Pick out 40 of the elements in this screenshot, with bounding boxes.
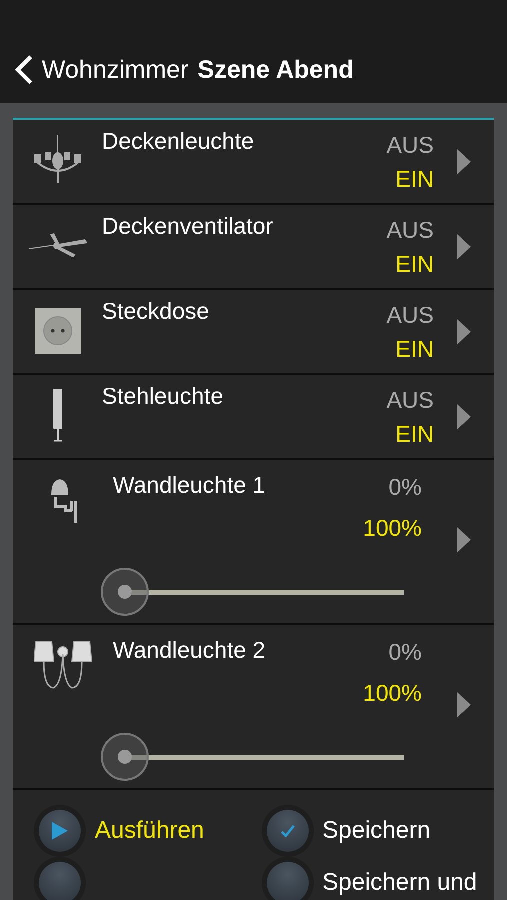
chevron-right-icon[interactable]: [456, 691, 472, 719]
state-option[interactable]: 100%: [363, 680, 422, 707]
action-label[interactable]: Speichern und: [322, 869, 478, 897]
slider-thumb[interactable]: [101, 568, 149, 616]
state-option[interactable]: EIN: [396, 421, 434, 448]
chevron-right-icon[interactable]: [456, 148, 472, 176]
device-name: Wandleuchte 1: [113, 471, 267, 500]
state-option[interactable]: AUS: [386, 387, 434, 414]
back-link[interactable]: Wohnzimmer: [42, 56, 189, 85]
device-name: Stehleuchte: [102, 382, 224, 411]
action-label[interactable]: Ausführen: [95, 817, 204, 845]
state-option[interactable]: 100%: [363, 515, 422, 542]
chevron-right-icon[interactable]: [456, 402, 472, 430]
brightness-slider[interactable]: [101, 568, 404, 616]
state-option[interactable]: 0%: [388, 639, 422, 666]
chevron-right-icon[interactable]: [456, 318, 472, 346]
state-option[interactable]: AUS: [386, 302, 434, 329]
checkmark-icon: [280, 825, 294, 837]
state-option[interactable]: AUS: [386, 217, 434, 244]
device-name: Deckenleuchte: [102, 127, 256, 156]
save-button[interactable]: [266, 810, 308, 852]
play-button[interactable]: [39, 810, 81, 852]
back-icon[interactable]: [14, 55, 34, 85]
device-name: Deckenventilator: [102, 212, 274, 241]
state-option[interactable]: EIN: [396, 251, 434, 278]
screen-title: Szene Abend: [198, 56, 354, 85]
state-option[interactable]: 0%: [388, 474, 422, 501]
chevron-right-icon[interactable]: [456, 232, 472, 260]
state-option[interactable]: EIN: [396, 166, 434, 193]
state-option[interactable]: AUS: [386, 132, 434, 159]
chevron-right-icon[interactable]: [456, 526, 472, 554]
floor-lamp-icon: [50, 389, 64, 443]
state-option[interactable]: EIN: [396, 336, 434, 363]
play-icon: [52, 822, 68, 840]
power-socket-icon: [34, 308, 80, 354]
action-label[interactable]: Speichern: [322, 817, 431, 845]
device-name: Wandleuchte 2: [113, 636, 267, 665]
device-name: Steckdose: [102, 297, 210, 326]
slider-thumb[interactable]: [101, 732, 149, 780]
brightness-slider[interactable]: [101, 732, 404, 780]
